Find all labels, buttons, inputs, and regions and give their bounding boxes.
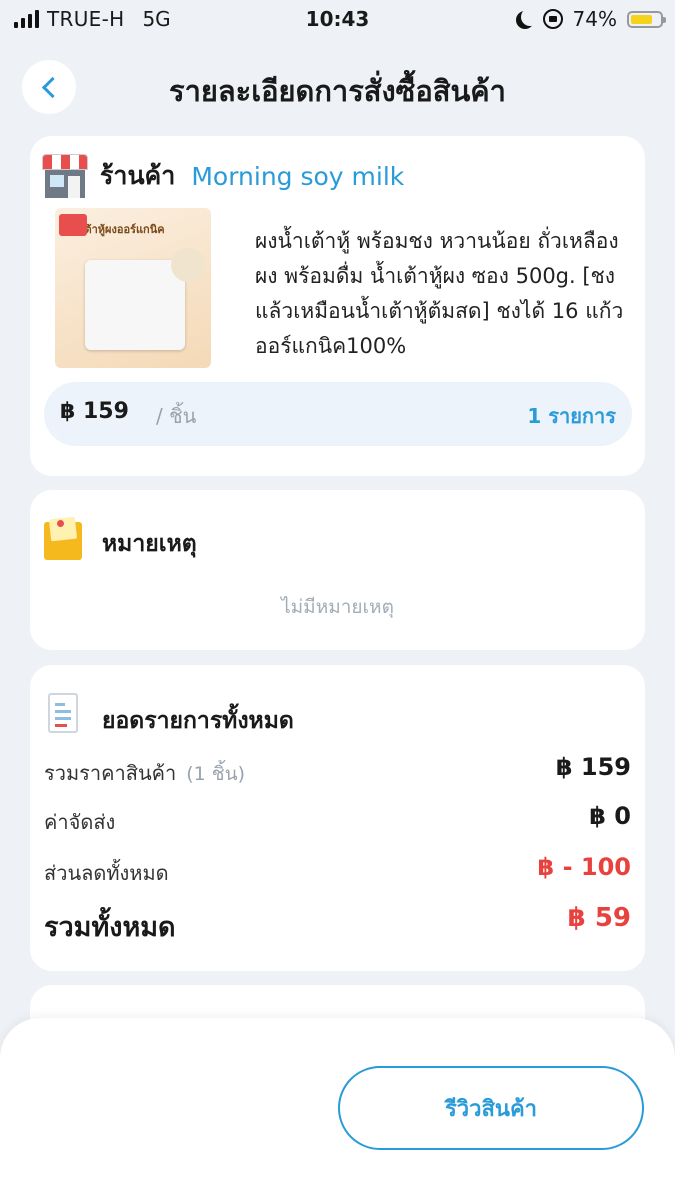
page-title: รายละเอียดการสั่งซื้อสินค้า (169, 74, 506, 108)
shipping-value: ฿ 0 (589, 802, 631, 830)
rotation-lock-icon (542, 9, 563, 29)
subtotal-row: รวมราคาสินค้า (1 ชิ้น) ฿ 159 (44, 753, 631, 789)
discount-row: ส่วนลดทั้งหมด ฿ - 100 (44, 853, 631, 889)
product-image[interactable]: น้ำเต้าหู้ผงออร์แกนิค (55, 208, 211, 368)
document-icon (48, 693, 78, 733)
price-bar: ฿ 159 / ชิ้น 1 รายการ (44, 382, 632, 446)
discount-value: ฿ - 100 (537, 853, 631, 881)
subtotal-count: (1 ชิ้น) (186, 763, 246, 785)
order-item-card: ร้านค้า Morning soy milk น้ำเต้าหู้ผงออร… (30, 136, 645, 476)
item-quantity: 1 รายการ (527, 404, 616, 428)
bottom-action-bar: รีวิวสินค้า (0, 1018, 675, 1200)
header: รายละเอียดการสั่งซื้อสินค้า (0, 48, 675, 128)
product-description[interactable]: ผงน้ำเต้าหู้ พร้อมชง หวานน้อย ถั่วเหลือง… (255, 224, 635, 364)
shop-label: ร้านค้า (100, 161, 176, 190)
product-image-text: น้ำเต้าหู้ผงออร์แกนิค (67, 223, 165, 236)
discount-label: ส่วนลดทั้งหมด (44, 861, 169, 885)
subtotal-value: ฿ 159 (555, 753, 631, 781)
grand-total-row: รวมทั้งหมด ฿ 59 (44, 903, 631, 948)
shipping-label: ค่าจัดส่ง (44, 810, 116, 834)
do-not-disturb-icon (521, 8, 539, 26)
review-product-button[interactable]: รีวิวสินค้า (338, 1066, 644, 1150)
store-icon (42, 154, 88, 198)
unit-price: ฿ 159 (60, 399, 129, 424)
note-card: หมายเหตุ ไม่มีหมายเหตุ (30, 490, 645, 650)
shipping-row: ค่าจัดส่ง ฿ 0 (44, 802, 631, 838)
note-title: หมายเหตุ (102, 531, 197, 557)
order-summary-card: ยอดรายการทั้งหมด รวมราคาสินค้า (1 ชิ้น) ฿… (30, 665, 645, 971)
status-bar: TRUE-H 5G 10:43 74% (0, 0, 675, 40)
subtotal-label: รวมราคาสินค้า (44, 761, 177, 785)
grand-total-value: ฿ 59 (567, 903, 631, 933)
battery-percent: 74% (572, 7, 617, 31)
sticky-note-icon (44, 520, 82, 560)
note-empty-text: ไม่มีหมายเหตุ (281, 596, 394, 618)
summary-title: ยอดรายการทั้งหมด (102, 708, 294, 734)
battery-icon (627, 10, 666, 28)
price-unit: / ชิ้น (156, 404, 197, 428)
shop-name-link[interactable]: Morning soy milk (191, 162, 404, 191)
grand-total-label: รวมทั้งหมด (44, 912, 176, 943)
